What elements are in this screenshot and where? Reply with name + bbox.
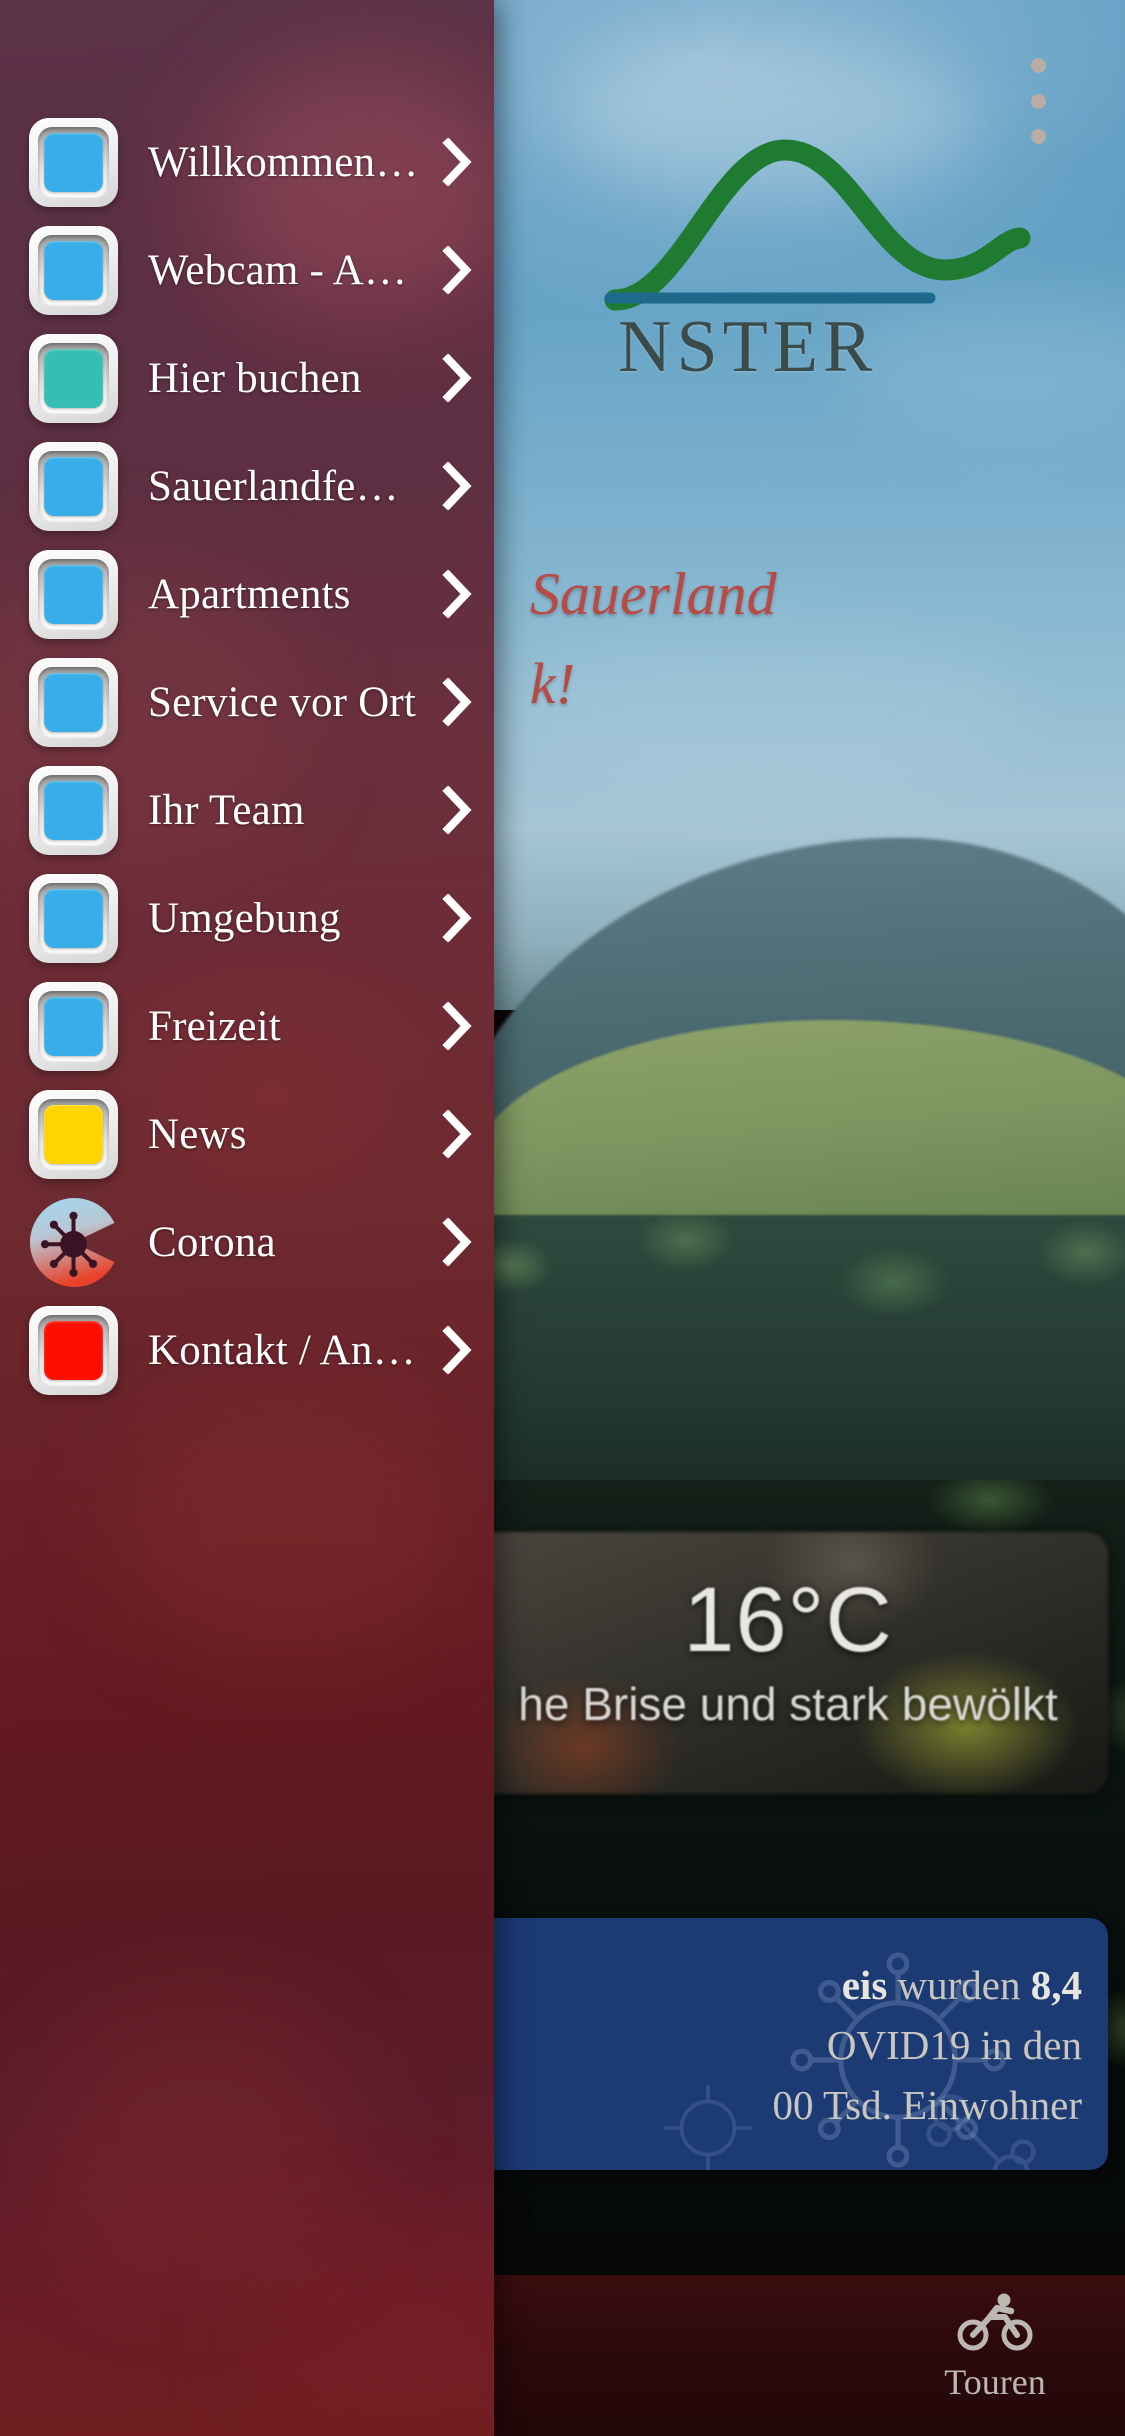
nav-item-touren[interactable]: Touren bbox=[880, 2291, 1110, 2403]
chevron-right-icon bbox=[434, 354, 480, 402]
chevron-right-icon bbox=[434, 1002, 480, 1050]
covid-statistic-text: eis wurden 8,4 OVID19 in den 00 Tsd. Ein… bbox=[468, 1955, 1108, 2135]
drawer-item-news[interactable]: News bbox=[0, 1080, 494, 1188]
square-tile-icon bbox=[29, 1305, 118, 1395]
drawer-item-kontakt-anfahrt[interactable]: Kontakt / Anfahrt bbox=[0, 1296, 494, 1404]
square-tile-icon bbox=[29, 981, 118, 1071]
chevron-right-icon bbox=[434, 1326, 480, 1374]
brand-wordmark: NSTER bbox=[618, 306, 878, 388]
covid-line-3: 00 Tsd. Einwohner bbox=[772, 2082, 1082, 2128]
drawer-item-label: Ihr Team bbox=[148, 786, 305, 834]
brand-logo: NSTER bbox=[600, 120, 1125, 388]
drawer-item-umgebung[interactable]: Umgebung bbox=[0, 864, 494, 972]
drawer-item-label: News bbox=[148, 1110, 247, 1158]
drawer-item-label: Hier buchen bbox=[148, 354, 362, 402]
drawer-item-label: Freizeit bbox=[148, 1002, 281, 1050]
square-tile-icon bbox=[29, 117, 118, 207]
drawer-glow bbox=[120, 1400, 460, 1660]
app-screen: NSTER Sauerland k! 16°C he Brise und sta… bbox=[0, 0, 1125, 2436]
square-tile-icon bbox=[29, 333, 118, 423]
square-tile-icon bbox=[29, 657, 118, 747]
chevron-right-icon bbox=[434, 570, 480, 618]
chevron-right-icon bbox=[434, 678, 480, 726]
drawer-item-label: Kontakt / Anfahrt bbox=[148, 1326, 434, 1374]
drawer-item-label: Willkommensvideo bbox=[148, 138, 434, 186]
chevron-right-icon bbox=[434, 786, 480, 834]
drawer-glow bbox=[40, 2000, 360, 2280]
square-tile-icon bbox=[29, 549, 118, 639]
chevron-right-icon bbox=[434, 1218, 480, 1266]
chevron-right-icon bbox=[434, 894, 480, 942]
drawer-item-sauerlandfenster[interactable]: Sauerlandfenster bbox=[0, 432, 494, 540]
drawer-menu-list: Willkommensvideo Webcam - Aktuelles ... bbox=[0, 108, 494, 1404]
chevron-right-icon bbox=[434, 246, 480, 294]
bicycle-icon bbox=[957, 2293, 1033, 2351]
brand-tagline-1: Sauerland bbox=[530, 561, 777, 627]
drawer-item-label: Corona bbox=[148, 1218, 276, 1266]
square-tile-icon bbox=[29, 441, 118, 531]
drawer-item-label: Webcam - Aktuelles ... bbox=[148, 246, 434, 294]
drawer-item-ihr-team[interactable]: Ihr Team bbox=[0, 756, 494, 864]
drawer-item-label: Umgebung bbox=[148, 894, 341, 942]
weather-description: he Brise und stark bewölkt bbox=[518, 1678, 1058, 1730]
drawer-glow bbox=[250, 2230, 494, 2430]
drawer-item-service-vor-ort[interactable]: Service vor Ort bbox=[0, 648, 494, 756]
drawer-item-label: Service vor Ort bbox=[148, 678, 417, 726]
drawer-item-label: Sauerlandfenster bbox=[148, 462, 434, 510]
drawer-item-corona[interactable]: Corona bbox=[0, 1188, 494, 1296]
drawer-item-freizeit[interactable]: Freizeit bbox=[0, 972, 494, 1080]
cloud-shape bbox=[500, 620, 1020, 790]
square-tile-icon bbox=[29, 765, 118, 855]
square-tile-icon bbox=[29, 225, 118, 315]
hill-curve-icon bbox=[604, 139, 1031, 311]
drawer-item-apartments[interactable]: Apartments bbox=[0, 540, 494, 648]
navigation-drawer: Willkommensvideo Webcam - Aktuelles ... bbox=[0, 0, 494, 2436]
chevron-right-icon bbox=[434, 462, 480, 510]
chevron-right-icon bbox=[434, 1110, 480, 1158]
drawer-item-willkommensvideo[interactable]: Willkommensvideo bbox=[0, 108, 494, 216]
covid-line-1: eis wurden 8,4 bbox=[841, 1962, 1082, 2008]
square-tile-icon bbox=[29, 873, 118, 963]
nav-label-touren: Touren bbox=[944, 2362, 1046, 2402]
covid-line-2: OVID19 in den bbox=[826, 2022, 1082, 2068]
drawer-item-hier-buchen[interactable]: Hier buchen bbox=[0, 324, 494, 432]
weather-temperature: 16°C bbox=[683, 1569, 893, 1671]
drawer-item-label: Apartments bbox=[148, 570, 351, 618]
drawer-item-webcam[interactable]: Webcam - Aktuelles ... bbox=[0, 216, 494, 324]
corona-virus-icon bbox=[29, 1197, 118, 1287]
brand-tagline-2: k! bbox=[530, 651, 576, 716]
square-tile-icon bbox=[29, 1089, 118, 1179]
chevron-right-icon bbox=[434, 138, 480, 186]
